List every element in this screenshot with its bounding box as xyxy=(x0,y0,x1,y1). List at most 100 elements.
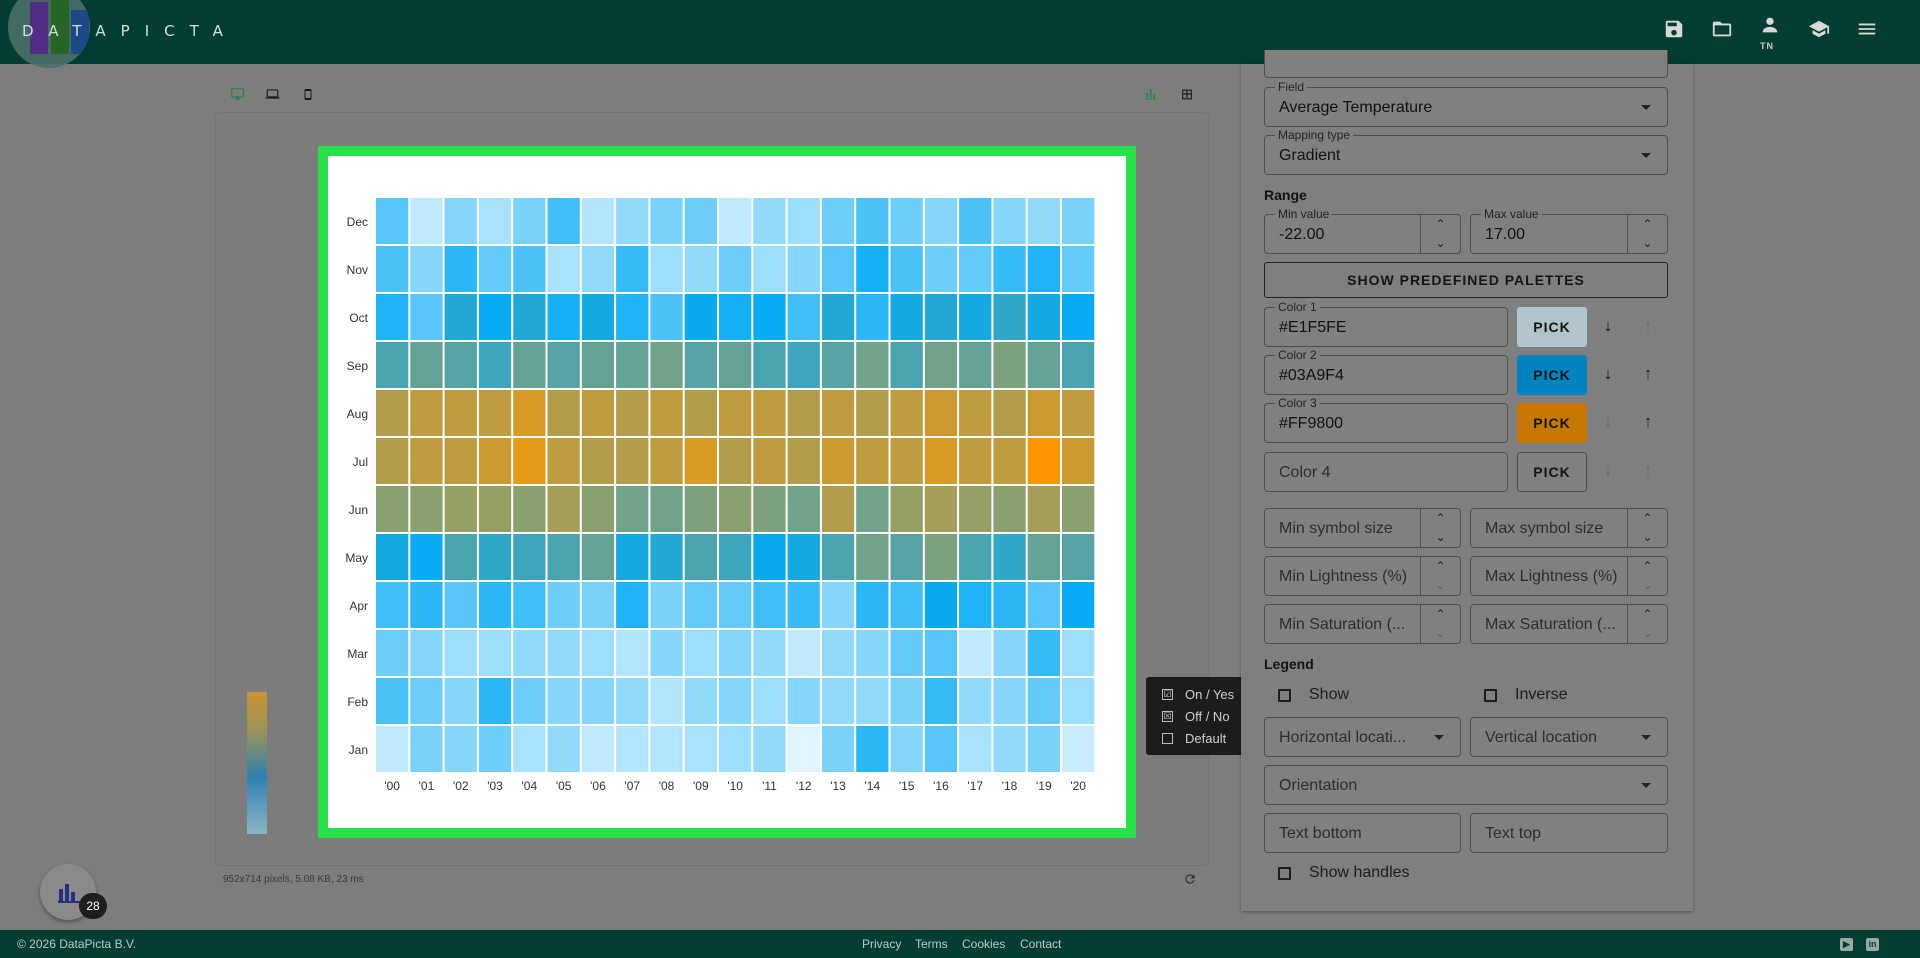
chevron-up-icon[interactable]: ⌃ xyxy=(1421,557,1460,576)
tooltip-row-default: Default xyxy=(1146,727,1254,749)
max-saturation-input[interactable]: Max Saturation (... ⌃ ⌄ xyxy=(1470,604,1668,644)
heatmap-cell xyxy=(684,630,717,676)
tooltip-label: On / Yes xyxy=(1185,686,1235,702)
move-up-icon[interactable]: ↑ xyxy=(1638,364,1658,384)
move-down-icon[interactable]: ↓ xyxy=(1598,364,1618,384)
min-lightness-input[interactable]: Min Lightness (%) ⌃ ⌄ xyxy=(1264,556,1461,596)
pick-color-2-button[interactable]: PICK xyxy=(1517,355,1587,395)
orientation-select[interactable]: Orientation xyxy=(1264,765,1668,805)
move-up-icon[interactable]: ↑ xyxy=(1638,412,1658,432)
pick-color-3-button[interactable]: PICK xyxy=(1517,403,1587,443)
chevron-down-icon[interactable]: ⌄ xyxy=(1628,528,1667,547)
text-bottom-input[interactable]: Text bottom xyxy=(1264,813,1461,853)
linkedin-icon[interactable]: in xyxy=(1866,938,1879,951)
chevron-up-icon[interactable]: ⌃ xyxy=(1421,509,1460,528)
chevron-up-icon[interactable]: ⌃ xyxy=(1628,215,1667,234)
heatmap-cell xyxy=(444,630,477,676)
min-value-input[interactable]: Min value -22.00 ⌃ ⌄ xyxy=(1264,207,1461,254)
max-value-stepper[interactable]: ⌃ ⌄ xyxy=(1627,215,1667,253)
stepper[interactable]: ⌃ ⌄ xyxy=(1627,605,1667,643)
stepper[interactable]: ⌃ ⌄ xyxy=(1627,557,1667,595)
chevron-up-icon[interactable]: ⌃ xyxy=(1628,509,1667,528)
youtube-icon[interactable]: ▶ xyxy=(1840,938,1853,951)
logo-text: DATAPICTA xyxy=(22,22,238,40)
horizontal-location-select[interactable]: Horizontal locati... xyxy=(1264,717,1461,757)
checkbox-icon[interactable] xyxy=(1484,688,1497,702)
stepper[interactable]: ⌃ ⌄ xyxy=(1420,605,1460,643)
user-icon[interactable] xyxy=(1756,14,1784,42)
folder-open-icon[interactable] xyxy=(1708,18,1736,46)
chevron-up-icon[interactable]: ⌃ xyxy=(1628,605,1667,624)
chevron-down-icon[interactable]: ⌄ xyxy=(1421,528,1460,547)
chevron-up-icon[interactable]: ⌃ xyxy=(1628,557,1667,576)
stepper[interactable]: ⌃ ⌄ xyxy=(1627,509,1667,547)
stepper[interactable]: ⌃ ⌄ xyxy=(1420,557,1460,595)
privacy-link[interactable]: Privacy xyxy=(862,937,901,951)
chevron-down-icon[interactable]: ⌄ xyxy=(1628,234,1667,253)
table-view-icon[interactable] xyxy=(1178,87,1196,105)
max-symbol-size-input[interactable]: Max symbol size ⌃ ⌄ xyxy=(1470,508,1668,548)
field-select[interactable]: Field Average Temperature xyxy=(1264,80,1668,127)
graduation-cap-icon[interactable] xyxy=(1805,18,1833,46)
min-value-stepper[interactable]: ⌃ ⌄ xyxy=(1420,215,1460,253)
heatmap-cell xyxy=(856,678,889,724)
heatmap-cell xyxy=(993,534,1026,580)
heatmap-cell xyxy=(787,630,820,676)
show-predefined-palettes-button[interactable]: SHOW PREDEFINED PALETTES xyxy=(1264,262,1668,298)
move-down-icon[interactable]: ↓ xyxy=(1598,316,1618,336)
menu-icon[interactable] xyxy=(1853,18,1881,46)
text-top-input[interactable]: Text top xyxy=(1470,813,1668,853)
heatmap-cell xyxy=(616,534,649,580)
heatmap-cell xyxy=(581,582,615,628)
checkbox-icon[interactable] xyxy=(1278,688,1291,702)
mapping-type-select[interactable]: Mapping type Gradient xyxy=(1264,128,1668,175)
show-handles-checkbox[interactable]: Show handles xyxy=(1278,864,1410,882)
color-3-input[interactable]: Color 3 #FF9800 xyxy=(1264,396,1508,443)
heatmap-cell xyxy=(924,534,958,580)
color-2-input[interactable]: Color 2 #03A9F4 xyxy=(1264,348,1508,395)
stepper[interactable]: ⌃ ⌄ xyxy=(1420,509,1460,547)
heatmap-cell xyxy=(856,198,889,244)
color-1-input[interactable]: Color 1 #E1F5FE xyxy=(1264,300,1508,347)
vertical-location-select[interactable]: Vertical location xyxy=(1470,717,1668,757)
chevron-up-icon[interactable]: ⌃ xyxy=(1421,605,1460,624)
contact-link[interactable]: Contact xyxy=(1020,937,1061,951)
phone-icon[interactable] xyxy=(299,87,317,105)
pick-color-4-button[interactable]: PICK xyxy=(1517,452,1587,492)
footer: © 2026 DataPicta B.V. Privacy Terms Cook… xyxy=(0,930,1920,958)
refresh-icon[interactable] xyxy=(1183,872,1197,890)
chart-selection-frame[interactable]: Dec Nov Oct Sep Aug Jul Jun May Apr Mar Feb Jan '00 '… xyxy=(318,146,1136,838)
desktop-icon[interactable] xyxy=(228,87,246,105)
mapping-type-label: Mapping type xyxy=(1275,128,1354,142)
heatmap-cell xyxy=(719,198,752,244)
laptop-icon[interactable] xyxy=(263,87,281,105)
min-saturation-input[interactable]: Min Saturation (... ⌃ ⌄ xyxy=(1264,604,1461,644)
chevron-down-icon[interactable]: ⌄ xyxy=(1421,234,1460,253)
checkbox-icon[interactable] xyxy=(1278,866,1291,880)
max-lightness-input[interactable]: Max Lightness (%) ⌃ ⌄ xyxy=(1470,556,1668,596)
heatmap-cell xyxy=(1062,534,1095,580)
heatmap-cell xyxy=(581,390,615,436)
terms-link[interactable]: Terms xyxy=(915,937,948,951)
pick-color-1-button[interactable]: PICK xyxy=(1517,307,1587,347)
chevron-up-icon[interactable]: ⌃ xyxy=(1421,215,1460,234)
heatmap-cell xyxy=(753,534,786,580)
heatmap-cell xyxy=(1027,726,1060,772)
color-3-value: #FF9800 xyxy=(1279,415,1344,432)
heatmap-cell xyxy=(376,294,409,340)
inverse-legend-checkbox[interactable]: Inverse xyxy=(1484,686,1567,704)
heatmap-cell xyxy=(719,630,752,676)
heatmap-cell xyxy=(616,582,649,628)
chart-view-icon[interactable] xyxy=(1142,87,1160,105)
heatmap-cell xyxy=(513,486,546,532)
save-icon[interactable] xyxy=(1660,18,1688,46)
cookies-link[interactable]: Cookies xyxy=(962,937,1005,951)
max-value-input[interactable]: Max value 17.00 ⌃ ⌄ xyxy=(1470,207,1668,254)
show-legend-checkbox[interactable]: Show xyxy=(1278,686,1349,704)
previous-field-partial[interactable] xyxy=(1264,50,1668,78)
color-4-input[interactable]: Color 4 xyxy=(1264,452,1508,492)
min-symbol-size-input[interactable]: Min symbol size ⌃ ⌄ xyxy=(1264,508,1461,548)
heatmap-cell xyxy=(650,294,683,340)
range-heading: Range xyxy=(1264,187,1307,203)
heatmap-cell xyxy=(719,294,752,340)
